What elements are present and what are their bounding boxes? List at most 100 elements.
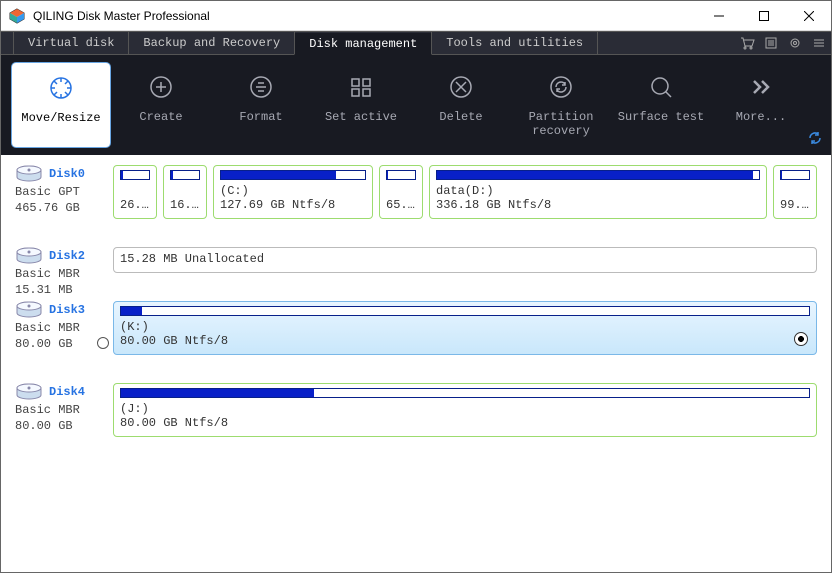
partition[interactable]: 99...: [773, 165, 817, 219]
tool-format[interactable]: Format: [211, 62, 311, 148]
tool-partition[interactable]: Partitionrecovery: [511, 62, 611, 148]
partition-size: 336.18 GB Ntfs/8: [436, 198, 760, 212]
disk-type: Basic MBR: [15, 321, 80, 335]
partition[interactable]: 15.28 MB Unallocated: [113, 247, 817, 273]
disk-name: Disk3: [49, 303, 85, 317]
partition-size: 16...: [170, 198, 200, 212]
tool-icon: [448, 74, 474, 100]
disk-row: Disk3 Basic MBR 80.00 GB (K:)80.00 GB Ntfs/…: [15, 301, 817, 355]
partition-size: 15.28 MB Unallocated: [120, 252, 810, 266]
usage-bar: [120, 388, 810, 398]
menu-tab-tools-and-utilities[interactable]: Tools and utilities: [431, 32, 598, 54]
tool-label: Move/Resize: [21, 111, 100, 125]
tool-label: Set active: [325, 110, 397, 124]
partition-label: data(D:): [436, 184, 760, 198]
tool-surface-test[interactable]: Surface test: [611, 62, 711, 148]
disk-icon: [15, 247, 43, 265]
usage-bar: [436, 170, 760, 180]
partition-strip: 26... 16... (C:)127.69 GB Ntfs/8 65... data(…: [113, 165, 817, 219]
partition[interactable]: (J:)80.00 GB Ntfs/8: [113, 383, 817, 437]
disk-header[interactable]: Disk4 Basic MBR 80.00 GB: [15, 383, 113, 437]
partition-size: 65...: [386, 198, 416, 212]
disk-header[interactable]: Disk3 Basic MBR 80.00 GB: [15, 301, 113, 355]
partition-size: 99...: [780, 198, 810, 212]
minimize-button[interactable]: [696, 1, 741, 31]
tool-label: Create: [139, 110, 182, 124]
disk-row: Disk2Basic MBR15.31 MB 15.28 MB Unallocat…: [15, 247, 817, 273]
partition[interactable]: 26...: [113, 165, 157, 219]
tool-label: More...: [736, 110, 786, 124]
tool-label: Format: [239, 110, 282, 124]
close-button[interactable]: [786, 1, 831, 31]
disk-name: Disk0: [49, 167, 85, 181]
disk-size: 465.76 GB: [15, 201, 80, 215]
partition-strip: (J:)80.00 GB Ntfs/8: [113, 383, 817, 437]
partition[interactable]: 65...: [379, 165, 423, 219]
usage-bar: [386, 170, 416, 180]
partition-strip: 15.28 MB Unallocated: [113, 247, 817, 273]
disk-row: Disk0 Basic GPT 465.76 GB 26... 16... (C:)127…: [15, 165, 817, 219]
tool-icon: [648, 74, 674, 100]
disk-size: 80.00 GB: [15, 337, 73, 351]
cart-icon[interactable]: [735, 32, 759, 54]
partition-size: 80.00 GB Ntfs/8: [120, 334, 810, 348]
partition-size: 80.00 GB Ntfs/8: [120, 416, 810, 430]
tool-label: Surface test: [618, 110, 704, 124]
partition[interactable]: data(D:)336.18 GB Ntfs/8: [429, 165, 767, 219]
disk-name: Disk4: [49, 385, 85, 399]
tool-delete[interactable]: Delete: [411, 62, 511, 148]
usage-bar: [170, 170, 200, 180]
tool-create[interactable]: Create: [111, 62, 211, 148]
partition-label: (C:): [220, 184, 366, 198]
menu-icon[interactable]: [807, 32, 831, 54]
disk-type: Basic MBR: [15, 403, 80, 417]
partition-size: 26...: [120, 198, 150, 212]
app-logo-icon: [9, 8, 25, 24]
disk-icon: [15, 383, 43, 401]
disk-list: Disk0 Basic GPT 465.76 GB 26... 16... (C:)127…: [1, 155, 831, 572]
tool-more-[interactable]: More...: [711, 62, 811, 148]
titlebar: QILING Disk Master Professional: [1, 1, 831, 31]
usage-bar: [120, 306, 810, 316]
disk-header[interactable]: Disk0 Basic GPT 465.76 GB: [15, 165, 113, 219]
partition-size: 127.69 GB Ntfs/8: [220, 198, 366, 212]
partition[interactable]: 16...: [163, 165, 207, 219]
partition-label: (J:): [120, 402, 810, 416]
disk-icon: [15, 301, 43, 319]
tool-move-resize[interactable]: Move/Resize: [11, 62, 111, 148]
tool-set-active[interactable]: Set active: [311, 62, 411, 148]
disk-type: Basic GPT: [15, 185, 80, 199]
disk-icon: [15, 165, 43, 183]
usage-bar: [220, 170, 366, 180]
tool-icon: [148, 74, 174, 100]
tool-label: Partitionrecovery: [529, 110, 594, 138]
tool-icon: [548, 74, 574, 100]
disk-size: 15.31 MB: [15, 283, 73, 297]
menu-tab-disk-management[interactable]: Disk management: [294, 33, 432, 55]
app-window: QILING Disk Master Professional Virtual …: [0, 0, 832, 573]
disk-size: 80.00 GB: [15, 419, 73, 433]
disk-header[interactable]: Disk2Basic MBR15.31 MB: [15, 247, 113, 273]
menubar: Virtual diskBackup and RecoveryDisk mana…: [1, 31, 831, 55]
tool-icon: [48, 75, 74, 101]
disk-radio[interactable]: [97, 337, 109, 349]
partition-label: (K:): [120, 320, 810, 334]
disk-name: Disk2: [49, 249, 85, 263]
disk-row: Disk4 Basic MBR 80.00 GB (J:)80.00 GB Ntfs/…: [15, 383, 817, 437]
disk-type: Basic MBR: [15, 267, 80, 281]
partition[interactable]: (K:)80.00 GB Ntfs/8: [113, 301, 817, 355]
refresh-icon[interactable]: [807, 130, 823, 149]
tool-icon: [248, 74, 274, 100]
list-icon[interactable]: [759, 32, 783, 54]
partition-strip: (K:)80.00 GB Ntfs/8: [113, 301, 817, 355]
usage-bar: [120, 170, 150, 180]
maximize-button[interactable]: [741, 1, 786, 31]
toolbar: Move/Resize Create Format Set active Delete P…: [1, 55, 831, 155]
usage-bar: [780, 170, 810, 180]
tool-icon: [748, 74, 774, 100]
menu-tab-virtual-disk[interactable]: Virtual disk: [13, 32, 129, 54]
gear-icon[interactable]: [783, 32, 807, 54]
app-title: QILING Disk Master Professional: [33, 9, 210, 23]
menu-tab-backup-and-recovery[interactable]: Backup and Recovery: [128, 32, 295, 54]
partition[interactable]: (C:)127.69 GB Ntfs/8: [213, 165, 373, 219]
